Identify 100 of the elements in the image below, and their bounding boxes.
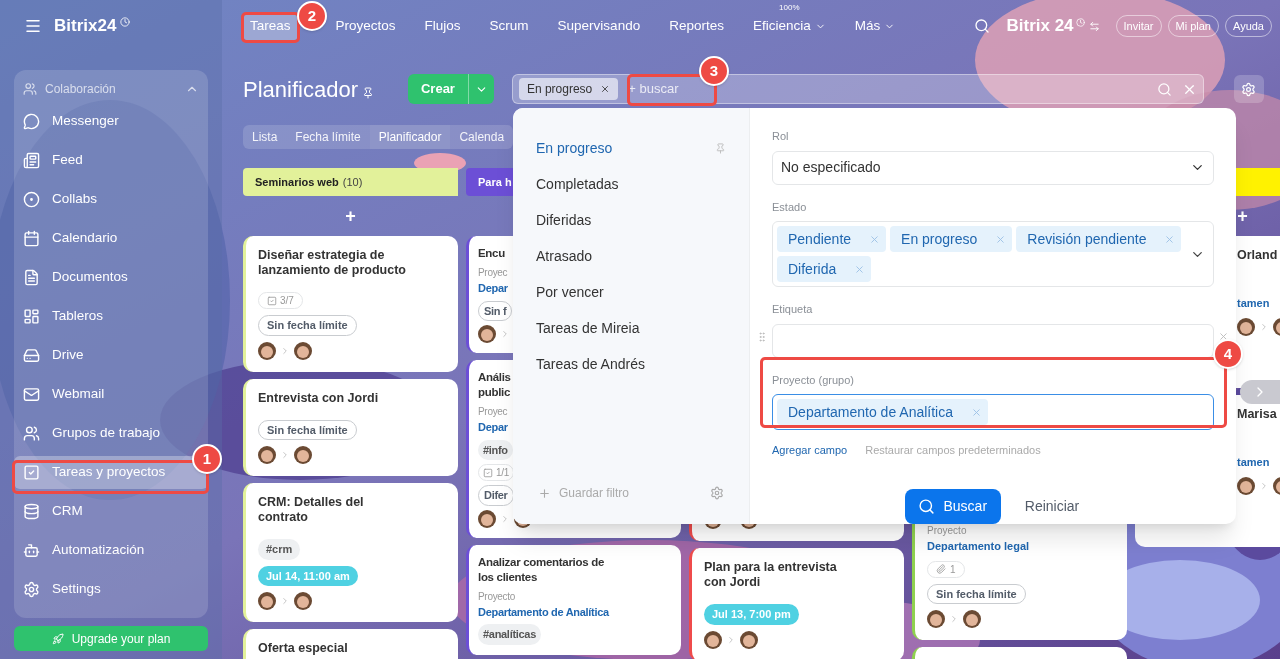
value-chip[interactable]: Pendiente — [777, 226, 887, 252]
newspaper-icon — [23, 152, 40, 169]
plus-icon — [538, 486, 551, 500]
card-title: Anális public — [478, 370, 511, 400]
filter-preset[interactable]: Tareas de Mireia — [513, 310, 749, 346]
sidebar-item[interactable]: Collabs — [14, 183, 208, 216]
people-icon — [23, 425, 40, 442]
efficiency-value: 100% — [779, 2, 800, 12]
value-chip[interactable]: Revisión pendiente — [1016, 226, 1182, 252]
field-label: Proyecto (grupo) — [772, 372, 855, 388]
card-title: CRM: Detalles del contrato — [258, 495, 364, 526]
sidebar-item[interactable]: Webmail — [14, 378, 208, 411]
paperclip-icon — [936, 564, 946, 574]
value-chip[interactable]: Departamento de Analítica — [777, 399, 988, 425]
value-chip[interactable]: En progreso — [890, 226, 1013, 252]
tag[interactable]: #analíticas — [478, 624, 541, 645]
project-link[interactable]: tamen — [1237, 295, 1270, 312]
mail-icon — [23, 386, 40, 403]
nav-tab[interactable]: Proyectos — [328, 11, 403, 41]
reset-button[interactable]: Reiniciar — [1022, 488, 1082, 524]
filter-preset[interactable]: En progreso — [513, 130, 749, 166]
board-icon — [23, 308, 40, 325]
task-card[interactable]: CRM: Detalles del contrato #crm Jul 14, 11:00 am — [243, 483, 458, 622]
nav-tab[interactable]: Supervisando — [550, 11, 648, 41]
filter-preset[interactable]: Atrasado — [513, 238, 749, 274]
avatar — [704, 630, 722, 649]
page-title: Planificador — [243, 75, 358, 104]
value-chip[interactable]: Diferida — [777, 256, 872, 282]
card-title: Marisa — [1237, 407, 1277, 422]
add-task-button[interactable]: + — [345, 207, 356, 225]
project-link[interactable]: Depar — [478, 280, 508, 297]
column-header[interactable]: Seminarios web (10) — [243, 168, 458, 196]
task-card[interactable]: Entrevista con Jordi Sin fecha límite — [243, 378, 458, 476]
sidebar-item[interactable]: Messenger — [14, 105, 208, 138]
sidebar-item[interactable]: Documentos — [14, 261, 208, 294]
avatar — [927, 610, 945, 628]
field-label: Etiqueta — [772, 302, 814, 317]
filter-preset[interactable]: Por vencer — [513, 274, 749, 310]
scroll-right-button[interactable] — [1240, 380, 1280, 404]
task-card[interactable]: Plan para la entrevista con Jordi Jul 13, 7:00 pm — [689, 548, 904, 659]
card-title: Plan para la entrevista con Jordi — [704, 560, 837, 591]
view-tab[interactable]: Calenda — [450, 125, 514, 149]
nav-tab[interactable]: Eficiencia — [745, 11, 833, 41]
sidebar-item[interactable]: Drive — [14, 339, 208, 372]
pin-icon — [715, 142, 726, 154]
nav-tab[interactable]: Reportes — [662, 11, 731, 41]
tag[interactable]: #crm — [258, 539, 301, 560]
sidebar-item[interactable]: Settings — [14, 573, 208, 606]
tag-field[interactable]: Departamento de Analítica — [772, 394, 1214, 430]
select-field[interactable]: No especificado — [772, 150, 1214, 185]
sidebar-item[interactable]: CRM — [14, 495, 208, 528]
task-card[interactable]: Analizar comentarios de los clientes Proyecto Departamento de Analítica #analíticas — [466, 544, 681, 655]
settings-icon[interactable] — [710, 486, 724, 500]
nav-tab[interactable]: Scrum — [482, 11, 536, 41]
sidebar-item[interactable]: Automatización — [14, 534, 208, 567]
view-tab[interactable]: Planificador — [369, 125, 451, 149]
card-title: Orland — [1237, 248, 1278, 263]
filter-preset[interactable]: Tareas de Andrés — [513, 346, 749, 382]
search-icon[interactable] — [974, 18, 991, 34]
tag-field[interactable]: Pendiente En progreso Revisión pendiente Diferida — [772, 221, 1214, 287]
switch-icon[interactable] — [1088, 20, 1100, 32]
add-field-link[interactable]: Agregar campo — [772, 442, 848, 459]
drag-handle-icon[interactable] — [756, 331, 768, 343]
logo[interactable]: Bitrix24 — [54, 13, 117, 39]
sidebar-item[interactable]: Feed — [14, 144, 208, 177]
project-label: Proyec — [478, 266, 508, 280]
sidebar-item[interactable]: Tableros — [14, 300, 208, 333]
project-link[interactable]: Departamento de Analítica — [478, 603, 609, 620]
project-link[interactable]: tamen — [1237, 454, 1270, 471]
sidebar-item[interactable]: Calendario — [14, 222, 208, 255]
tag[interactable]: #info — [478, 439, 513, 460]
filter-preset[interactable]: Completadas — [513, 166, 749, 202]
search-button[interactable]: Buscar — [904, 488, 1001, 524]
project-link[interactable]: Depar — [478, 419, 508, 436]
close-icon — [995, 233, 1007, 245]
close-icon — [869, 233, 881, 245]
avatar — [1237, 476, 1255, 495]
search-icon — [1156, 81, 1172, 97]
settings-icon — [23, 581, 40, 598]
nav-tab[interactable]: Flujos — [417, 11, 468, 41]
clock-icon — [1075, 17, 1085, 27]
task-card[interactable]: Oferta especial — [243, 629, 458, 659]
view-tab[interactable]: Fecha límite — [286, 125, 370, 149]
avatar — [258, 341, 276, 360]
nav-tab[interactable]: Más — [847, 11, 903, 41]
project-label: Proyec — [478, 405, 508, 419]
project-link[interactable]: Departamento legal — [927, 538, 1030, 555]
settings-button[interactable] — [1233, 75, 1264, 103]
field-label: Rol — [772, 129, 790, 144]
task-card[interactable]: Diseñar estrategia de lanzamiento de producto 3/7 Sin fecha límite — [243, 236, 458, 372]
close-icon — [971, 406, 982, 418]
clock-icon — [120, 17, 131, 27]
pin-icon[interactable] — [361, 87, 374, 99]
filter-chip[interactable]: En progreso — [518, 78, 619, 100]
add-task-button[interactable]: + — [1237, 207, 1248, 225]
filter-preset[interactable]: Diferidas — [513, 202, 749, 238]
view-tab[interactable]: Lista — [243, 125, 287, 149]
close-icon[interactable] — [1218, 331, 1229, 342]
avatar — [294, 446, 312, 464]
menu-icon[interactable] — [24, 17, 42, 35]
